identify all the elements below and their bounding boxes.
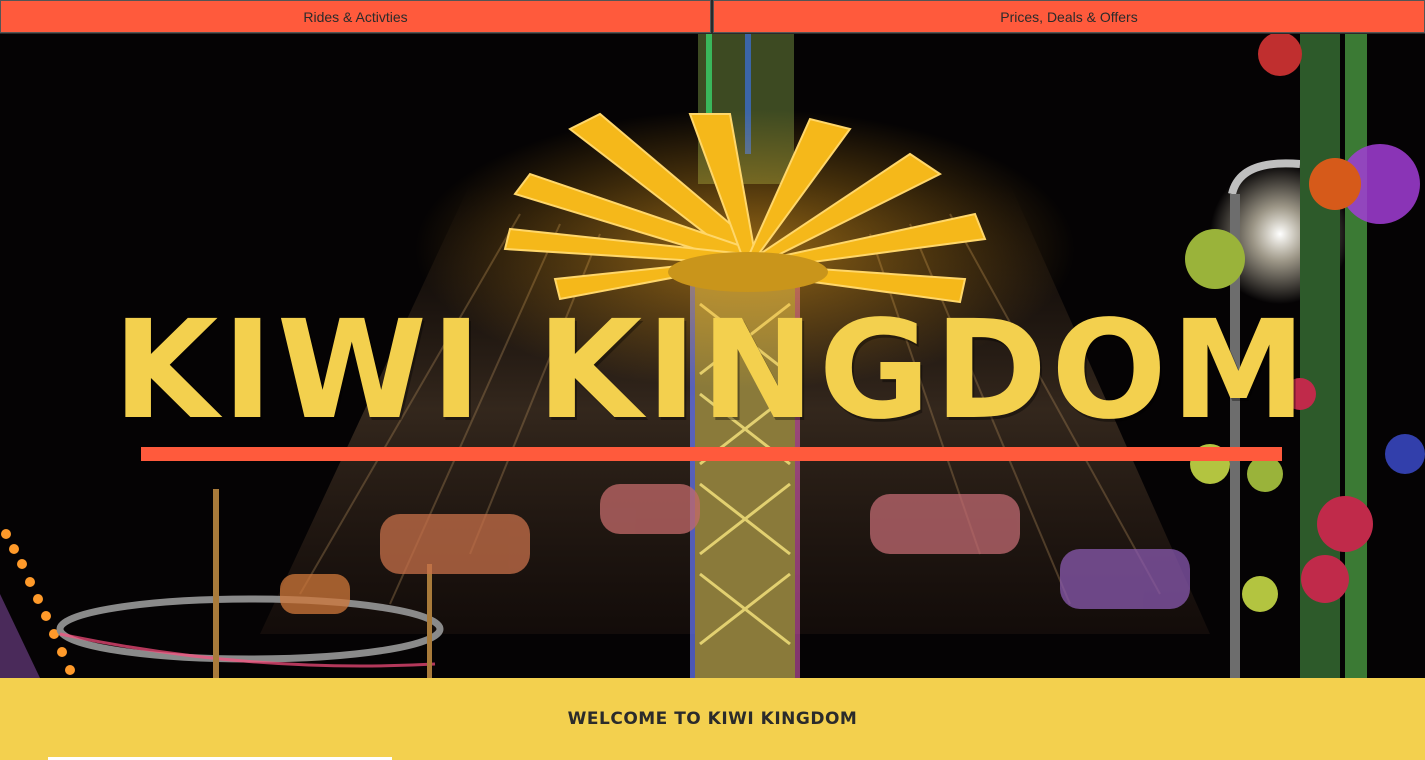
hero-banner: KIWI KINGDOM — [0, 34, 1425, 678]
top-nav: Rides & Activties Prices, Deals & Offers — [0, 0, 1425, 34]
welcome-banner: WELCOME TO KIWI KINGDOM — [0, 678, 1425, 760]
nav-prices-button[interactable]: Prices, Deals & Offers — [713, 0, 1425, 33]
nav-rides-button[interactable]: Rides & Activties — [0, 0, 711, 33]
welcome-heading: WELCOME TO KIWI KINGDOM — [567, 709, 858, 729]
hero-title: KIWI KINGDOM — [112, 292, 1311, 450]
hero-title-underline — [141, 447, 1282, 461]
